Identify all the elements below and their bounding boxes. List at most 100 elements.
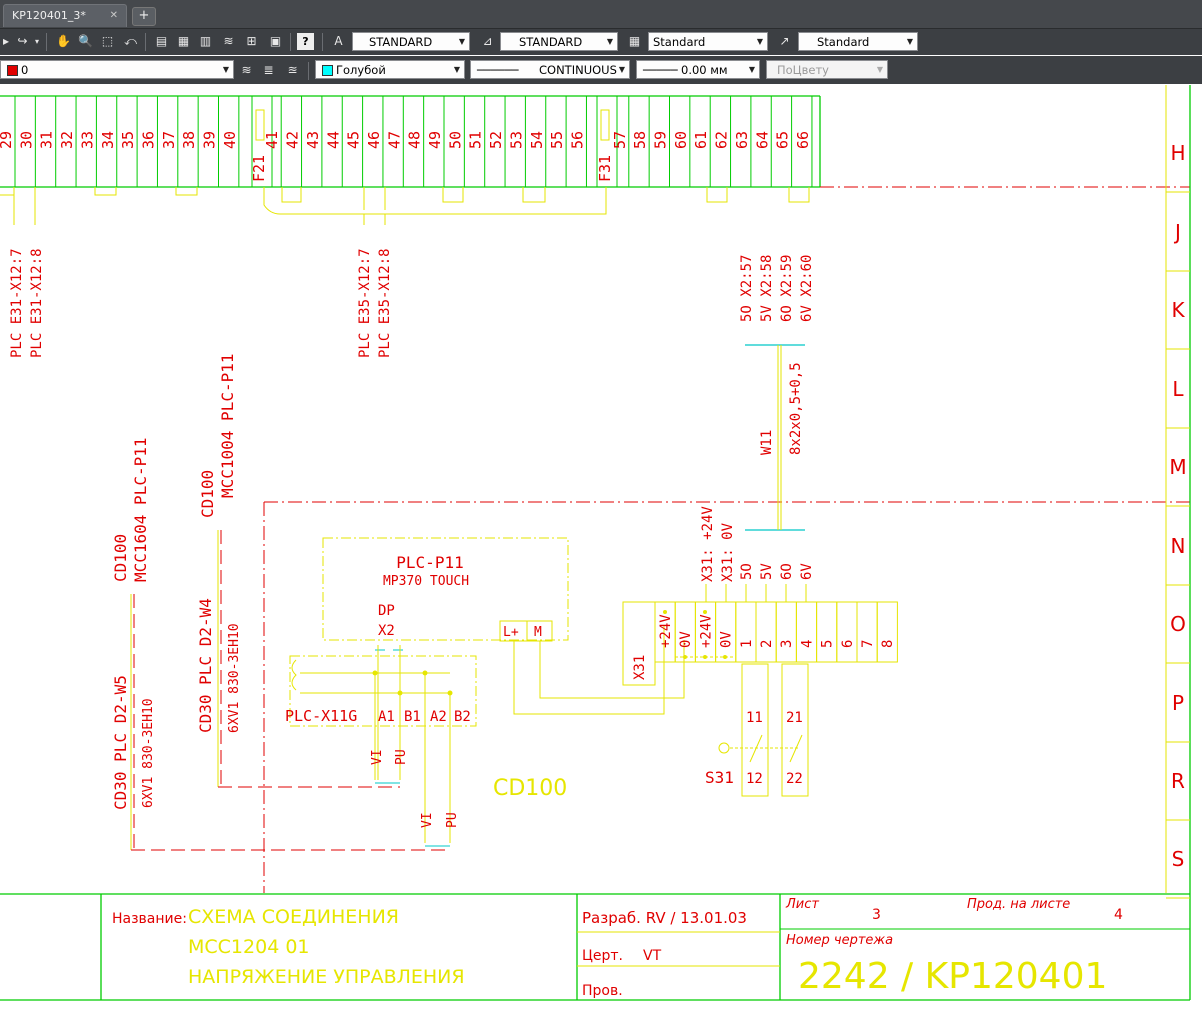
chevron-down-icon: ▼ bbox=[906, 37, 914, 46]
x31-terminal-label: 3 bbox=[779, 640, 795, 648]
terminal-number: 65 bbox=[774, 131, 792, 149]
pan-icon[interactable]: ✋ bbox=[55, 33, 72, 50]
pin-label: A2 bbox=[430, 709, 447, 725]
cable-type: 8x2x0,5+0,5 bbox=[788, 362, 804, 455]
sheet-value: 3 bbox=[872, 907, 881, 923]
terminal-number: 56 bbox=[568, 131, 586, 149]
plc-subtitle: MP370 TOUCH bbox=[383, 574, 469, 589]
terminal-number: 50 bbox=[446, 131, 464, 149]
layer-states-icon[interactable]: ≣ bbox=[260, 62, 277, 79]
cross-ref-label: 5V X2:58 bbox=[759, 255, 775, 322]
zoom-previous-icon[interactable]: ⤺ bbox=[122, 33, 139, 50]
markup-icon[interactable]: ⊞ bbox=[243, 33, 260, 50]
new-tab-button[interactable]: + bbox=[132, 7, 156, 26]
text-style-icon[interactable]: A bbox=[330, 33, 347, 50]
terminal-number: 33 bbox=[78, 131, 96, 149]
plot-style-value: ПоЦвету bbox=[777, 63, 829, 77]
x31-terminal-label: 8 bbox=[880, 640, 896, 648]
grid-row-label: K bbox=[1171, 298, 1185, 322]
table-style-value: Standard bbox=[653, 35, 706, 49]
grid-row-label: H bbox=[1170, 141, 1185, 165]
terminal-ref: 5O bbox=[739, 563, 755, 580]
cross-ref-label: PLC E35-X12:8 bbox=[377, 248, 393, 358]
design-center-icon[interactable]: ▦ bbox=[175, 33, 192, 50]
terminal-number: 30 bbox=[17, 131, 35, 149]
linetype-dropdown[interactable]: ────── CONTINUOUS ▼ bbox=[470, 60, 630, 79]
wire-label: VI bbox=[420, 812, 435, 828]
grid-row-label: R bbox=[1171, 769, 1185, 793]
redo-icon[interactable]: ↪ bbox=[14, 33, 31, 50]
terminal-number: 60 bbox=[672, 131, 690, 149]
cross-ref-label: PLC E31-X12:7 bbox=[9, 248, 25, 358]
continued-label: Прод. на листе bbox=[967, 897, 1070, 912]
x31-terminal-label: 5 bbox=[820, 640, 836, 648]
terminal-number: 64 bbox=[753, 131, 771, 149]
toolbar-separator bbox=[290, 33, 291, 51]
wire-label: VI bbox=[370, 749, 385, 765]
plc-title: PLC-P11 bbox=[396, 553, 463, 572]
terminal-ref: X31: +24V bbox=[700, 506, 716, 582]
x31-terminal-label: 1 bbox=[739, 640, 755, 648]
mleader-style-dropdown[interactable]: Standard ▼ bbox=[798, 32, 918, 51]
lineweight-dropdown[interactable]: ───── 0.00 мм ▼ bbox=[636, 60, 760, 79]
switch-label: S31 bbox=[705, 768, 734, 787]
table-style-icon[interactable]: ▦ bbox=[626, 33, 643, 50]
terminal-ref: 6V bbox=[799, 563, 815, 580]
terminal-number: 38 bbox=[180, 131, 198, 149]
lineweight-value: 0.00 мм bbox=[681, 63, 728, 77]
cable-id: W11 bbox=[759, 430, 775, 455]
mleader-style-value: Standard bbox=[817, 35, 870, 49]
undo-icon[interactable]: ▸ bbox=[0, 33, 12, 50]
pin-label: B2 bbox=[454, 709, 471, 725]
terminal-number: 29 bbox=[0, 131, 15, 149]
linetype-sample: ────── bbox=[477, 63, 519, 77]
color-dropdown[interactable]: Голубой ▼ bbox=[315, 60, 465, 79]
terminal-number: 66 bbox=[794, 131, 812, 149]
x31-terminal-label: 0V bbox=[678, 631, 694, 648]
terminal-number: 51 bbox=[467, 131, 485, 149]
terminal-number: 46 bbox=[365, 131, 383, 149]
text-style-dropdown[interactable]: STANDARD ▼ bbox=[352, 32, 470, 51]
layers-toolbar: 0 ▼ ≋ ≣ ≊ Голубой ▼ ────── CONTINUOUS ▼ … bbox=[0, 56, 1202, 84]
plot-style-dropdown[interactable]: ПоЦвету ▼ bbox=[766, 60, 888, 79]
dim-style-dropdown[interactable]: STANDARD ▼ bbox=[500, 32, 618, 51]
area-label: CD100 bbox=[493, 776, 567, 801]
table-style-dropdown[interactable]: Standard ▼ bbox=[648, 32, 768, 51]
properties-icon[interactable]: ▤ bbox=[153, 33, 170, 50]
wire-label: PU bbox=[445, 812, 460, 828]
sheet-label: Лист bbox=[785, 897, 819, 912]
terminal-number: 45 bbox=[345, 131, 363, 149]
redo-dropdown-icon[interactable]: ▾ bbox=[32, 33, 42, 50]
document-tab[interactable]: KP120401_3* ✕ bbox=[3, 4, 127, 27]
contact-label: 12 bbox=[746, 771, 763, 787]
close-tab-icon[interactable]: ✕ bbox=[110, 5, 118, 27]
cable-destination-detail: MCC1604 PLC-P11 bbox=[131, 438, 150, 583]
chevron-down-icon: ▼ bbox=[748, 65, 756, 74]
zoom-realtime-icon[interactable]: 🔍 bbox=[77, 33, 94, 50]
cable-destination-detail: MCC1004 PLC-P11 bbox=[218, 354, 237, 499]
terminal-number: 40 bbox=[221, 131, 239, 149]
x31-terminal-label: 0V bbox=[719, 631, 735, 648]
mleader-style-icon[interactable]: ↗ bbox=[776, 33, 793, 50]
dim-style-icon[interactable]: ⊿ bbox=[479, 33, 496, 50]
terminal-number: 49 bbox=[426, 131, 444, 149]
terminal-number: 42 bbox=[284, 131, 302, 149]
tool-palettes-icon[interactable]: ▥ bbox=[197, 33, 214, 50]
layer-previous-icon[interactable]: ≊ bbox=[284, 62, 301, 79]
x31-terminal-label: 7 bbox=[860, 640, 876, 648]
terminal-number: 54 bbox=[528, 131, 546, 149]
chevron-down-icon: ▼ bbox=[618, 65, 626, 74]
help-icon[interactable]: ? bbox=[297, 33, 314, 50]
make-layer-current-icon[interactable]: ≋ bbox=[238, 62, 255, 79]
zoom-window-icon[interactable]: ⬚ bbox=[99, 33, 116, 50]
approved-label: Пров. bbox=[582, 983, 623, 999]
terminal-number: 36 bbox=[139, 131, 157, 149]
sheet-set-icon[interactable]: ≋ bbox=[220, 33, 237, 50]
layer-dropdown[interactable]: 0 ▼ bbox=[0, 60, 234, 79]
chevron-down-icon: ▼ bbox=[606, 37, 614, 46]
drawing-canvas[interactable]: 29 30 31 32 33 34 35 36 37 38 39 40 41 42 43 44 45 46 47 48… bbox=[0, 85, 1202, 1023]
cable-destination: CD100 bbox=[111, 534, 130, 582]
drawing-title-line: НАПРЯЖЕНИЕ УПРАВЛЕНИЯ bbox=[188, 966, 465, 988]
calculator-icon[interactable]: ▣ bbox=[267, 33, 284, 50]
x31-terminal-label: +24V bbox=[698, 614, 714, 648]
